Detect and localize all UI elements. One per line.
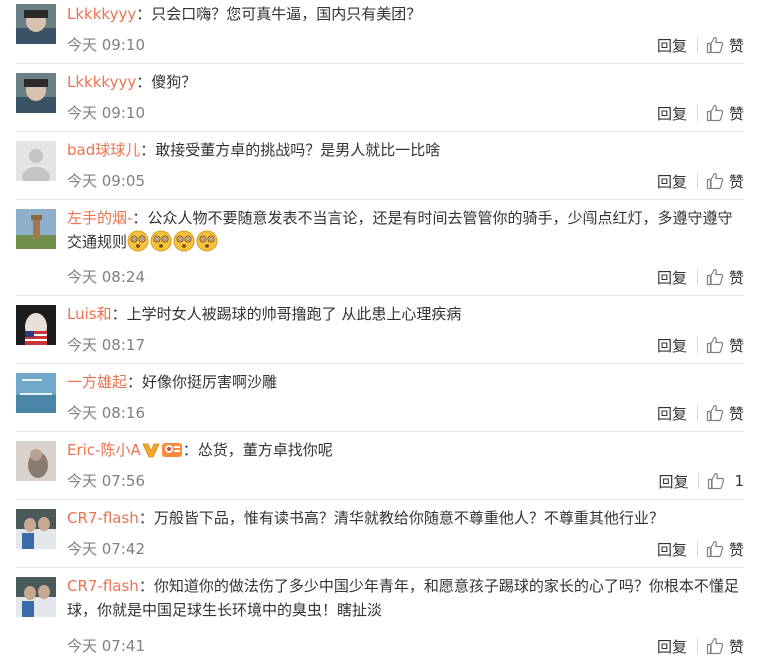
comment-text: 傻狗？ [151, 73, 197, 91]
like-button[interactable]: 赞 [706, 171, 744, 192]
comment-item: Eric-陈小A ：怂货，董方卓找你呢 今天 07:56 回复 1 [16, 432, 744, 500]
thumbs-up-icon [708, 472, 725, 490]
comment-time: 今天 07:42 [67, 540, 145, 558]
comment-item: 左手的烟-：公众人物不要随意发表不当言论，还是有时间去管管你的骑手，少闯点红灯，… [16, 200, 744, 296]
comment-time: 今天 07:56 [67, 472, 145, 490]
thumbs-up-icon [706, 268, 724, 286]
action-divider [696, 37, 698, 53]
like-label: 赞 [728, 36, 744, 55]
action-divider [698, 473, 700, 489]
comment-item: Luis和：上学时女人被踢球的帅哥撸跑了 从此患上心理疾病 今天 08:17 回… [16, 296, 744, 364]
action-divider [696, 269, 698, 285]
action-divider [696, 638, 698, 654]
reply-button[interactable]: 回复 [658, 471, 688, 492]
like-button[interactable]: 赞 [706, 267, 744, 288]
comment-time: 今天 08:16 [67, 404, 145, 422]
reply-button[interactable]: 回复 [657, 171, 687, 192]
comment-text: 敢接受董方卓的挑战吗？是男人就比一比啥 [155, 141, 441, 159]
comment-username[interactable]: CR7-flash [67, 577, 139, 595]
reply-button[interactable]: 回复 [657, 267, 687, 288]
thumbs-up-icon [706, 637, 724, 655]
comment-text: 只会口嗨？您可真牛逼，国内只有美团？ [151, 5, 422, 23]
dizzy-face-emoji-icon [150, 230, 172, 259]
thumbs-up-icon [706, 104, 724, 122]
avatar[interactable] [16, 577, 56, 617]
comment-item: bad球球儿：敢接受董方卓的挑战吗？是男人就比一比啥 今天 09:05 回复 赞 [16, 132, 744, 200]
comment-time: 今天 09:10 [67, 104, 145, 122]
like-label: 赞 [728, 104, 744, 123]
dizzy-face-emoji-icon [173, 230, 195, 259]
comment-list: Lkkkkyyy：只会口嗨？您可真牛逼，国内只有美团？ 今天 09:10 回复 … [0, 0, 766, 658]
like-label: 赞 [728, 404, 744, 423]
like-button[interactable]: 赞 [706, 539, 744, 560]
comment-username[interactable]: 左手的烟- [67, 209, 132, 227]
action-divider [696, 337, 698, 353]
like-button[interactable]: 赞 [706, 103, 744, 124]
comment-time: 今天 08:24 [67, 268, 145, 286]
reply-button[interactable]: 回复 [657, 103, 687, 124]
thumbs-up-icon [706, 36, 724, 54]
dizzy-face-emoji-icon [196, 230, 218, 259]
like-label: 赞 [728, 540, 744, 559]
avatar[interactable] [16, 4, 56, 44]
comment-text: 好像你挺厉害啊沙雕 [142, 373, 278, 391]
like-button[interactable]: 赞 [706, 335, 744, 356]
comment-time: 今天 09:05 [67, 172, 145, 190]
comment-text: 上学时女人被踢球的帅哥撸跑了 从此患上心理疾病 [126, 305, 462, 323]
thumbs-up-icon [706, 172, 724, 190]
like-button[interactable]: 1 [707, 472, 744, 490]
vip-v-badge-icon[interactable] [142, 441, 160, 465]
like-count: 1 [734, 472, 744, 490]
action-divider [696, 173, 698, 189]
like-label: 赞 [728, 637, 744, 656]
comment-username[interactable]: Lkkkkyyy [67, 5, 136, 23]
comment-username[interactable]: CR7-flash [67, 509, 139, 527]
thumbs-up-icon [706, 404, 724, 422]
avatar[interactable] [16, 141, 56, 181]
comment-item: 一方雄起：好像你挺厉害啊沙雕 今天 08:16 回复 赞 [16, 364, 744, 432]
action-divider [696, 405, 698, 421]
avatar[interactable] [16, 509, 56, 549]
reply-button[interactable]: 回复 [657, 636, 687, 657]
thumbs-up-icon [706, 540, 724, 558]
like-label: 赞 [728, 268, 744, 287]
action-divider [696, 541, 698, 557]
comment-item: Lkkkkyyy：傻狗？ 今天 09:10 回复 赞 [16, 64, 744, 132]
like-label: 赞 [728, 336, 744, 355]
like-button[interactable]: 赞 [706, 35, 744, 56]
comment-item: CR7-flash：你知道你的做法伤了多少中国少年青年，和愿意孩子踢球的家长的心… [16, 568, 744, 658]
avatar[interactable] [16, 441, 56, 481]
avatar[interactable] [16, 305, 56, 345]
thumbs-up-icon [706, 336, 724, 354]
comment-item: Lkkkkyyy：只会口嗨？您可真牛逼，国内只有美团？ 今天 09:10 回复 … [16, 0, 744, 64]
action-divider [696, 105, 698, 121]
reply-button[interactable]: 回复 [657, 403, 687, 424]
comment-time: 今天 09:10 [67, 36, 145, 54]
reply-button[interactable]: 回复 [657, 35, 687, 56]
comment-username[interactable]: Lkkkkyyy [67, 73, 136, 91]
comment-username[interactable]: Luis和 [67, 305, 112, 323]
comment-time: 今天 07:41 [67, 637, 145, 655]
member-badge-icon[interactable] [161, 440, 183, 465]
avatar[interactable] [16, 209, 56, 249]
reply-button[interactable]: 回复 [657, 539, 687, 560]
like-button[interactable]: 赞 [706, 636, 744, 657]
comment-text: 万般皆下品，惟有读书高？清华就教给你随意不尊重他人？不尊重其他行业？ [153, 509, 664, 527]
comment-item: CR7-flash：万般皆下品，惟有读书高？清华就教给你随意不尊重他人？不尊重其… [16, 500, 744, 568]
comment-time: 今天 08:17 [67, 336, 145, 354]
reply-button[interactable]: 回复 [657, 335, 687, 356]
dizzy-face-emoji-icon [127, 230, 149, 259]
like-label: 赞 [728, 172, 744, 191]
avatar[interactable] [16, 373, 56, 413]
comment-username[interactable]: 一方雄起 [67, 373, 127, 391]
comment-username[interactable]: Eric-陈小A [67, 441, 141, 459]
comment-text: 怂货，董方卓找你呢 [197, 441, 333, 459]
comment-text: 你知道你的做法伤了多少中国少年青年，和愿意孩子踢球的家长的心了吗？你根本不懂足球… [67, 577, 739, 619]
avatar[interactable] [16, 73, 56, 113]
like-button[interactable]: 赞 [706, 403, 744, 424]
comment-username[interactable]: bad球球儿 [67, 141, 140, 159]
